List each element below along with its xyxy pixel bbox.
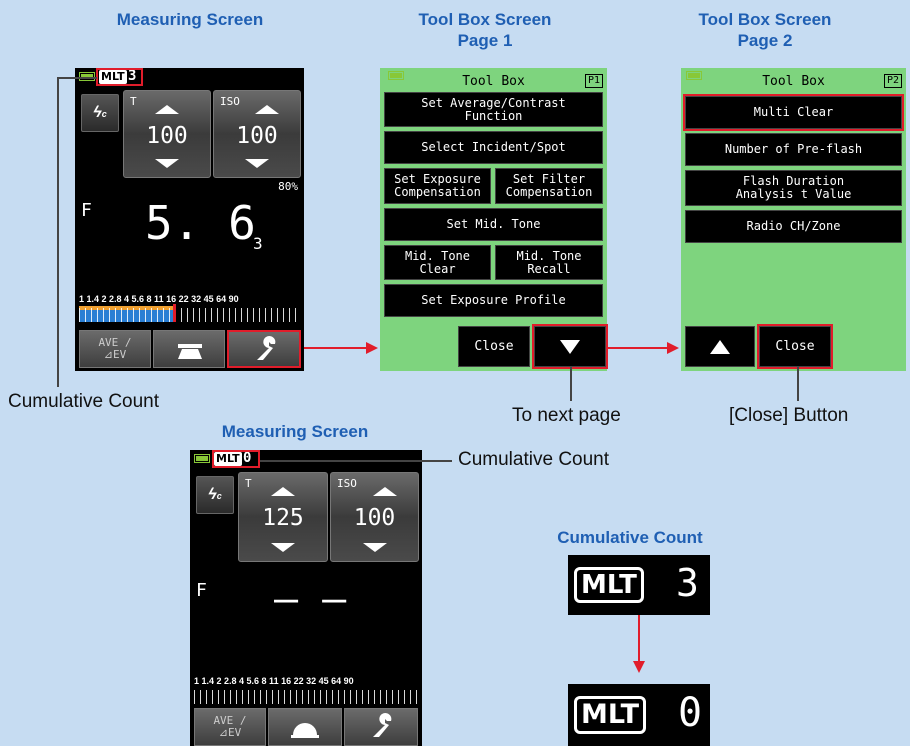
highlight-mlt-bottom [212,450,260,468]
mlt-zoom-after: MLT 0 [568,684,710,746]
iso-label: ISO [220,95,240,108]
next-page-button[interactable] [532,324,608,369]
wrench-icon [373,713,392,737]
multi-clear-button[interactable]: Multi Clear [683,94,904,131]
leader-line-vertical [57,77,59,387]
scale-marker [173,304,176,322]
chevron-up-icon[interactable] [372,487,397,496]
highlight-mlt-top [96,68,143,86]
leader-line-close [797,367,799,401]
chevron-up-icon[interactable] [255,105,280,114]
set-filter-compensation-button[interactable]: Set Filter Compensation [495,168,603,204]
toolbox-button[interactable] [227,330,301,368]
shutter-label: T [245,477,252,490]
percent-label: 80% [278,180,298,193]
mlt-zoom-before: MLT 3 [568,555,710,615]
heading-measuring-screen-top: Measuring Screen [116,10,264,29]
battery-icon [194,454,210,463]
chevron-down-icon[interactable] [245,159,269,168]
aperture-scale: 1 1.4 2 2.8 4 5.6 8 11 16 22 32 45 64 90 [194,676,354,686]
page-indicator: P2 [883,74,902,88]
shutter-stepper[interactable]: T 125 [238,472,328,562]
f-value: 5. 6 [145,196,256,250]
heading-toolbox-page1: Tool Box Screen Page 1 [418,10,552,50]
ave-ev-button[interactable]: AVE / ⊿EV [79,330,151,368]
number-of-pre-flash-button[interactable]: Number of Pre-flash [685,133,902,166]
chevron-up-icon[interactable] [155,105,179,114]
close-button[interactable]: Close [757,324,833,369]
select-incident-spot-button[interactable]: Select Incident/Spot [384,131,603,164]
toolbox-title: Tool Box [762,74,825,89]
chevron-down-icon[interactable] [362,543,387,552]
measuring-screen-top: MLT 3 ϟc T 100 ISO 100 80% F 5. 6 3 1 1.… [75,68,304,371]
chevron-down-icon[interactable] [271,543,295,552]
toolbox-screen-page1: Tool Box P1 Set Average/Contrast Functio… [380,68,608,371]
caption-cumulative-count-left: Cumulative Count [8,391,160,412]
dome-button[interactable] [268,708,342,746]
arrow-down-head-icon [633,661,645,673]
scale-ticks [79,308,299,322]
set-exposure-compensation-button[interactable]: Set Exposure Compensation [384,168,491,204]
flash-mode-button[interactable]: ϟc [196,476,234,514]
set-exposure-profile-button[interactable]: Set Exposure Profile [384,284,603,317]
chevron-up-icon[interactable] [271,487,295,496]
mid-tone-clear-button[interactable]: Mid. Tone Clear [384,245,491,280]
heading-measuring-screen-bottom: Measuring Screen [221,422,369,441]
arrow-head-icon [667,342,679,354]
caption-cumulative-count-right: Cumulative Count [458,449,610,470]
close-button[interactable]: Close [458,326,530,367]
heading-toolbox-page2: Tool Box Screen Page 2 [698,10,832,50]
mid-tone-recall-button[interactable]: Mid. Tone Recall [495,245,603,280]
wrench-icon [257,336,276,360]
scale-ticks [194,690,418,704]
f-label: F [196,580,207,601]
shutter-value: 125 [262,505,304,531]
iso-value: 100 [236,123,278,149]
arrow-down-line [638,615,640,665]
iso-stepper[interactable]: ISO 100 [213,90,301,178]
mlt-zoom-badge: MLT [574,696,647,734]
f-value: – – [274,576,347,622]
triangle-down-icon [560,339,580,354]
radio-ch-zone-button[interactable]: Radio CH/Zone [685,210,902,243]
page-indicator: P1 [584,74,603,88]
leader-line-horizontal [57,77,97,79]
triangle-up-icon [710,339,730,354]
toolbox-screen-page2: Tool Box P2 Multi Clear Number of Pre-fl… [681,68,906,371]
mlt-zoom-badge: MLT [574,567,644,603]
toolbox-title: Tool Box [462,74,525,89]
lumisphere-button[interactable] [153,330,225,368]
arrow-line-2 [607,347,669,349]
iso-stepper[interactable]: ISO 100 [330,472,419,562]
mlt-zoom-count: 3 [676,561,699,605]
heading-cumulative-count: Cumulative Count [557,528,703,547]
flash-duration-button[interactable]: Flash Duration Analysis t Value [685,170,902,206]
flash-mode-button[interactable]: ϟc [81,94,119,132]
set-average-contrast-button[interactable]: Set Average/Contrast Function [384,92,603,127]
mlt-zoom-count: 0 [678,690,703,736]
shutter-value: 100 [146,123,188,149]
arrow-head-icon [366,342,378,354]
iso-label: ISO [337,477,357,490]
leader-line-next [570,367,572,401]
set-mid-tone-button[interactable]: Set Mid. Tone [384,208,603,241]
shutter-stepper[interactable]: T 100 [123,90,211,178]
caption-close-button: [Close] Button [729,405,849,426]
aperture-scale: 1 1.4 2 2.8 4 5.6 8 11 16 22 32 45 64 90 [79,294,239,304]
chevron-down-icon[interactable] [155,159,179,168]
dome-icon [291,723,319,738]
previous-page-button[interactable] [685,326,755,367]
f-value-subscript: 3 [253,234,263,253]
arrow-line-1 [304,347,368,349]
measuring-screen-bottom: MLT 0 ϟc T 125 ISO 100 F – – 1 1.4 2 2.8… [190,450,422,746]
ave-ev-button[interactable]: AVE / ⊿EV [194,708,266,746]
flat-disk-icon [178,344,202,359]
iso-value: 100 [353,505,396,531]
caption-to-next-page: To next page [512,405,621,426]
shutter-label: T [130,95,137,108]
f-label: F [81,200,92,221]
leader-line-cumulative-right [260,460,452,462]
toolbox-button[interactable] [344,708,418,746]
